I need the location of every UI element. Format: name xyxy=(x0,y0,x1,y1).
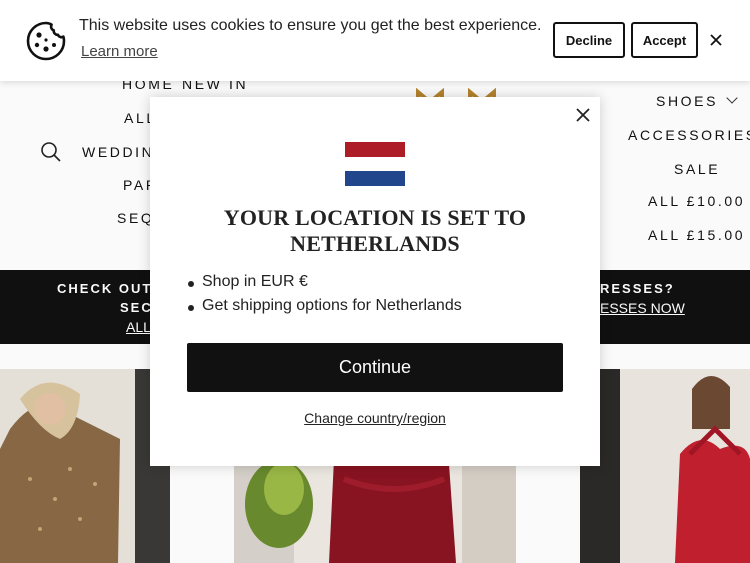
flag-stripe-white xyxy=(345,156,405,172)
learn-more-link[interactable]: Learn more xyxy=(81,43,158,60)
cookie-message: This website uses cookies to ensure you … xyxy=(79,17,542,34)
flag-stripe-blue xyxy=(345,171,405,186)
modal-bullet-list: Shop in EUR € Get shipping options for N… xyxy=(188,273,462,321)
modal-country: NETHERLANDS xyxy=(290,231,460,256)
netherlands-flag-icon xyxy=(345,142,405,186)
continue-button[interactable]: Continue xyxy=(187,343,563,392)
change-country-link[interactable]: Change country/region xyxy=(150,410,600,426)
close-icon[interactable] xyxy=(707,31,725,49)
flag-stripe-red xyxy=(345,142,405,157)
close-icon[interactable] xyxy=(576,108,590,122)
accept-button[interactable]: Accept xyxy=(631,22,698,58)
modal-title: YOUR LOCATION IS SET TO xyxy=(223,205,527,230)
location-modal: YOUR LOCATION IS SET TO NETHERLANDS Shop… xyxy=(150,97,600,466)
list-item: Get shipping options for Netherlands xyxy=(188,297,462,314)
cookie-banner: This website uses cookies to ensure you … xyxy=(0,0,750,81)
decline-button[interactable]: Decline xyxy=(553,22,625,58)
list-item: Shop in EUR € xyxy=(188,273,462,291)
cookie-icon xyxy=(26,21,66,61)
